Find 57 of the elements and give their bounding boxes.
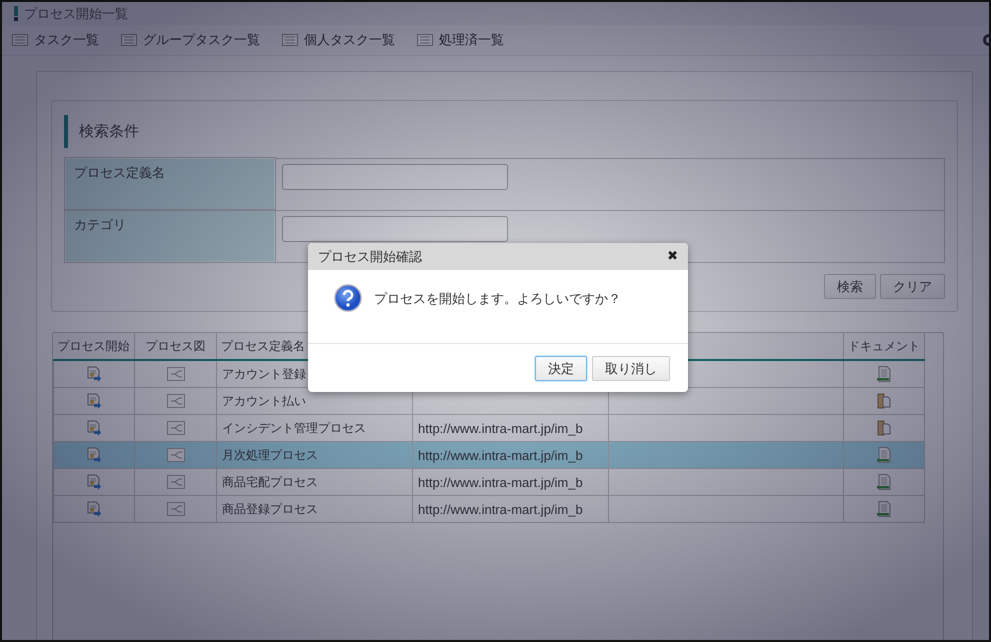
table-cell: アカウント払い xyxy=(222,394,306,408)
list-icon xyxy=(282,34,298,46)
list-icon xyxy=(12,34,28,46)
search-form-button[interactable]: クリア xyxy=(880,274,945,299)
document-arrow-icon[interactable] xyxy=(86,420,102,436)
dialog-button[interactable]: 取り消し xyxy=(592,356,670,381)
window-title: プロセス開始一覧 xyxy=(24,6,128,22)
spreadsheet-icon[interactable] xyxy=(877,501,891,517)
table-cell: 商品登録プロセス xyxy=(222,502,318,516)
table-row[interactable]: 月次処理プロセス http://www.intra-mart.jp/im_b xyxy=(54,442,924,468)
column-header[interactable]: プロセス開始 xyxy=(54,333,134,360)
diagram-icon[interactable] xyxy=(166,421,184,436)
field-label: プロセス定義名 xyxy=(65,158,275,210)
nav-link[interactable]: 個人タスク一覧 xyxy=(282,31,395,49)
table-row[interactable]: 商品登録プロセス http://www.intra-mart.jp/im_b xyxy=(54,496,924,522)
table-cell: 月次処理プロセス xyxy=(222,448,318,462)
table-cell: アカウント登録 xyxy=(222,366,306,380)
table-row[interactable]: 商品宅配プロセス http://www.intra-mart.jp/im_b xyxy=(54,468,924,496)
nav-link[interactable]: タスク一覧 xyxy=(12,31,99,49)
input-field[interactable] xyxy=(282,216,508,242)
diagram-icon[interactable] xyxy=(166,475,184,490)
document-arrow-icon[interactable] xyxy=(86,393,102,409)
input-field[interactable] xyxy=(282,164,508,190)
question-icon xyxy=(334,284,362,312)
dialog-message: プロセスを開始します。よろしいですか？ xyxy=(374,291,621,308)
spreadsheet-icon[interactable] xyxy=(877,447,891,463)
dialog-title: プロセス開始確認 xyxy=(318,248,422,266)
document-arrow-icon[interactable] xyxy=(86,366,102,382)
section-heading: 検索条件 xyxy=(64,115,945,148)
folder-document-icon[interactable] xyxy=(877,420,891,436)
nav-link[interactable]: グループタスク一覧 xyxy=(121,31,260,49)
nav-link[interactable]: 処理済一覧 xyxy=(417,31,504,49)
spreadsheet-icon[interactable] xyxy=(877,366,891,382)
document-arrow-icon[interactable] xyxy=(86,447,102,463)
diagram-icon[interactable] xyxy=(166,394,184,408)
close-button[interactable]: ✖ xyxy=(667,249,678,264)
search-form-button[interactable]: 検索 xyxy=(824,274,876,299)
column-header[interactable]: プロセス図 xyxy=(134,333,216,360)
document-arrow-icon[interactable] xyxy=(86,501,102,517)
diagram-icon[interactable] xyxy=(166,448,184,462)
table-cell: http://www.intra-mart.jp/im_b xyxy=(418,474,583,490)
table-cell: 商品宅配プロセス xyxy=(222,474,318,488)
list-icon xyxy=(121,34,137,46)
list-icon xyxy=(417,34,433,46)
column-header[interactable]: ドキュメント xyxy=(844,333,924,360)
table-cell: http://www.intra-mart.jp/im_b xyxy=(418,502,583,516)
document-arrow-icon[interactable] xyxy=(86,474,102,490)
dialog-button[interactable]: 決定 xyxy=(535,356,587,381)
field-label: カテゴリ xyxy=(65,210,275,262)
folder-document-icon[interactable] xyxy=(877,393,891,409)
table-cell: インシデント管理プロセス xyxy=(222,420,366,434)
table-cell: http://www.intra-mart.jp/im_b xyxy=(418,448,583,462)
spreadsheet-icon[interactable] xyxy=(877,474,891,490)
diagram-icon[interactable] xyxy=(166,502,184,516)
table-cell: http://www.intra-mart.jp/im_b xyxy=(418,420,583,436)
diagram-icon[interactable] xyxy=(166,367,184,382)
title-marker-icon xyxy=(14,6,18,21)
